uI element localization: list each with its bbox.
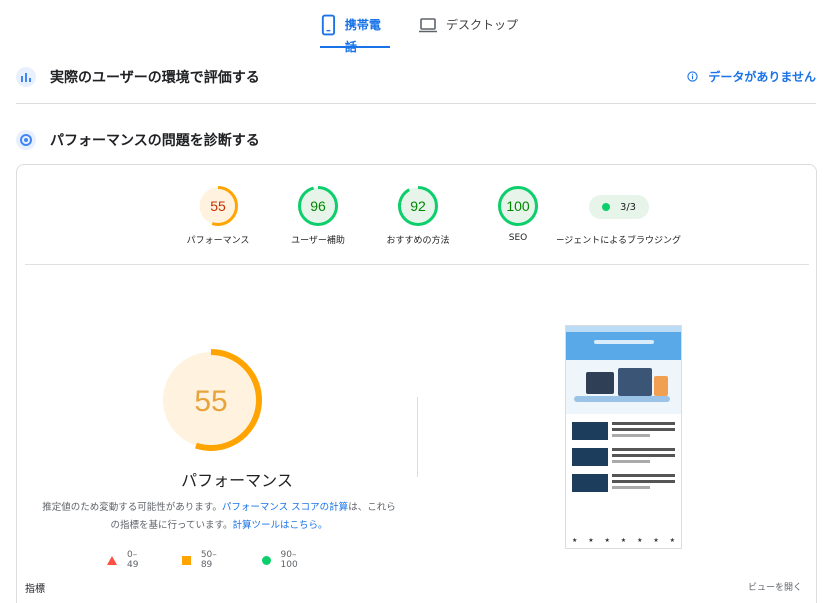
- gauge-label: エージェントによるブラウジング: [557, 236, 681, 246]
- thumb-banner: [593, 340, 654, 344]
- agent-pill-value: 3/3: [619, 201, 637, 213]
- gauge-agentic-browsing[interactable]: 3/3 エージェントによるブラウジング: [557, 185, 681, 246]
- diagnose-section: パフォーマンスの問題を診断する: [16, 125, 816, 155]
- gauge-label: おすすめの方法: [386, 236, 450, 246]
- thumb-post-text: [612, 448, 675, 466]
- score-gauges: 55 パフォーマンス 96 ユーザー補助 92 おすすめの方法 100 SEO …: [17, 185, 817, 249]
- card-divider: [25, 264, 809, 265]
- legend-pass: 90–100: [261, 550, 313, 570]
- gauge-ring: 92: [398, 186, 438, 226]
- thumb-shape: [574, 396, 670, 402]
- desc-text-1: 推定値のため変動する可能性があります。: [42, 502, 222, 513]
- gauge-best-practices[interactable]: 92 おすすめの方法: [363, 185, 473, 246]
- section-divider: [16, 103, 816, 104]
- calculator-link[interactable]: 計算ツールはこちら。: [233, 520, 328, 531]
- vertical-separator: [417, 397, 418, 477]
- pass-circle-icon: [261, 555, 271, 565]
- fail-triangle-icon: [107, 555, 117, 565]
- field-data-icon: [16, 67, 36, 87]
- thumb-post-text: [612, 422, 675, 440]
- field-data-title: 実際のユーザーの環境で評価する: [50, 70, 260, 86]
- tab-desktop-label: デスクトップ: [446, 18, 519, 32]
- page-screenshot-thumbnail[interactable]: ★ ★ ★ ★ ★ ★ ★: [565, 325, 682, 549]
- score-description: 推定値のため変動する可能性があります。パフォーマンス スコアの計算は、これらの指…: [39, 499, 399, 535]
- diagnose-title: パフォーマンスの問題を診断する: [50, 133, 260, 149]
- metrics-heading: 指標: [25, 584, 45, 595]
- device-tabs: 携帯電話 デスクトップ: [0, 0, 830, 54]
- gauge-accessibility[interactable]: 96 ユーザー補助: [263, 185, 373, 246]
- big-gauge-title: パフォーマンス: [181, 471, 293, 490]
- gauge-score: 55: [194, 385, 227, 418]
- thumb-post-image: [572, 448, 608, 466]
- gauge-score: 96: [310, 198, 326, 214]
- legend-average-label: 50–89: [200, 550, 217, 570]
- thumb-shape: [654, 376, 668, 396]
- thumb-footer-icons: ★ ★ ★ ★ ★ ★ ★: [572, 537, 675, 544]
- thumb-post: [572, 422, 675, 440]
- smartphone-icon: [321, 14, 336, 36]
- gauge-ring: 96: [298, 186, 338, 226]
- legend-pass-label: 90–100: [280, 550, 298, 570]
- gauge-label: パフォーマンス: [186, 236, 250, 246]
- big-performance-gauge: 55: [160, 349, 262, 451]
- thumb-post-image: [572, 474, 608, 492]
- no-data-link[interactable]: データがありません: [687, 68, 816, 85]
- thumb-post-text: [612, 474, 675, 492]
- legend-fail: 0–49: [107, 550, 148, 570]
- legend-average: 50–89: [182, 550, 228, 570]
- thumb-topbar: [566, 326, 681, 332]
- thumb-header: [566, 326, 681, 360]
- thumb-post: [572, 474, 675, 492]
- pass-dot-icon: [601, 203, 610, 211]
- thumb-hero-image: [566, 360, 681, 414]
- gauge-performance[interactable]: 55 パフォーマンス: [163, 185, 273, 246]
- score-calc-link[interactable]: パフォーマンス スコアの計算: [222, 502, 348, 513]
- gauge-score: 92: [410, 198, 426, 214]
- score-legend: 0–49 50–89 90–100: [107, 550, 347, 570]
- thumb-post-image: [572, 422, 608, 440]
- thumb-shape: [586, 372, 614, 394]
- open-view-link[interactable]: ビューを開く: [748, 580, 802, 593]
- tab-mobile-label: 携帯電話: [344, 18, 381, 54]
- no-data-text: データがありません: [708, 70, 816, 84]
- thumb-post: [572, 448, 675, 466]
- gauge-score: 100: [506, 198, 530, 214]
- laptop-icon: [419, 18, 437, 33]
- gauge-label: ユーザー補助: [291, 236, 345, 246]
- info-icon: [687, 71, 698, 82]
- gauge-ring: 100: [498, 186, 538, 226]
- gauge-ring: 55: [198, 186, 238, 226]
- lab-data-icon: [16, 130, 36, 150]
- tab-desktop[interactable]: デスクトップ: [418, 14, 518, 48]
- agent-pill: 3/3: [589, 195, 649, 219]
- average-square-icon: [182, 555, 191, 565]
- report-card: 55 パフォーマンス 96 ユーザー補助 92 おすすめの方法 100 SEO …: [16, 164, 817, 603]
- tab-mobile[interactable]: 携帯電話: [320, 14, 390, 54]
- thumb-shape: [618, 368, 652, 396]
- legend-fail-label: 0–49: [127, 550, 139, 570]
- gauge-score: 55: [210, 198, 226, 214]
